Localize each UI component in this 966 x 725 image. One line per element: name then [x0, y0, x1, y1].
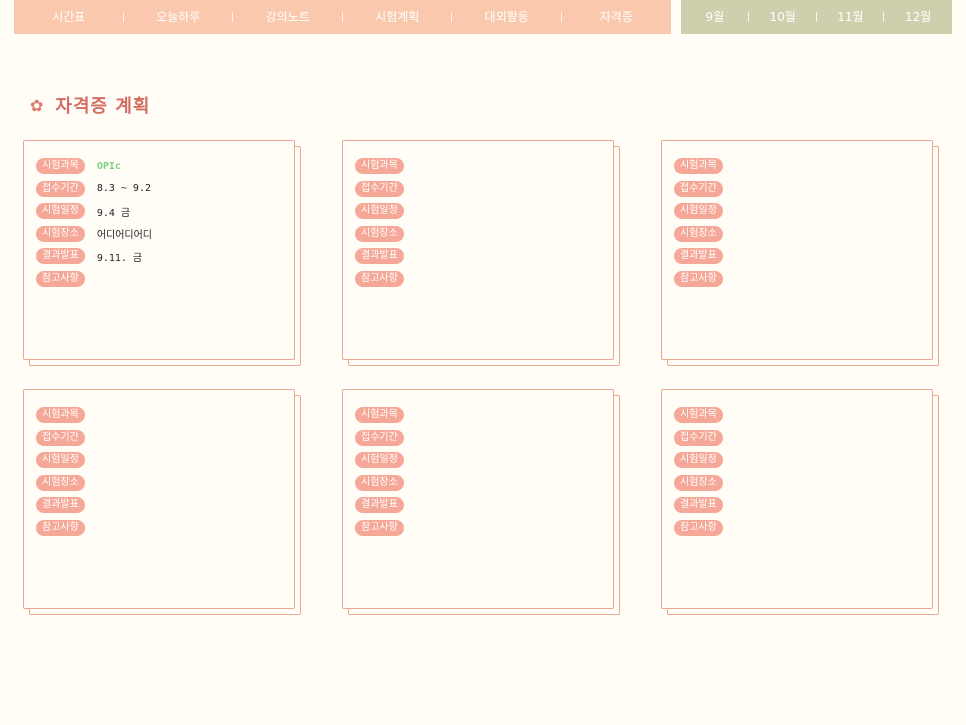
flower-icon: ✿ [30, 95, 44, 115]
label-date: 시험일정 [674, 452, 723, 469]
tab-external-activities[interactable]: 대외활동 [452, 0, 562, 34]
label-note: 참고사항 [36, 519, 85, 536]
page-title-group: ✿ 자격증 계획 [30, 92, 150, 118]
label-date: 시험일정 [355, 452, 404, 469]
label-date: 시험일정 [36, 452, 85, 469]
certificate-card: 시험과목 접수기간 시험일정 시험장소 결과발표 참고사항 [661, 389, 939, 615]
label-note: 참고사항 [36, 270, 85, 287]
label-place: 시험장소 [674, 474, 723, 491]
label-note: 참고사항 [674, 519, 723, 536]
label-period: 접수기간 [355, 180, 404, 197]
certificate-card: 시험과목 접수기간 시험일정 시험장소 결과발표 참고사항 [342, 389, 620, 615]
value-place[interactable]: 어디어디어디 [97, 226, 152, 241]
label-result: 결과발표 [355, 248, 404, 265]
certificate-card: 시험과목 접수기간 시험일정 시험장소 결과발표 참고사항 [661, 140, 939, 366]
label-date: 시험일정 [355, 203, 404, 220]
label-period: 접수기간 [36, 180, 85, 197]
label-subject: 시험과목 [36, 407, 85, 424]
tab-lecture-notes[interactable]: 강의노트 [233, 0, 343, 34]
label-result: 결과발표 [355, 497, 404, 514]
tab-exam-plan[interactable]: 시험계획 [343, 0, 453, 34]
label-subject: 시험과목 [355, 158, 404, 175]
label-period: 접수기간 [674, 429, 723, 446]
value-subject[interactable]: OPIc [97, 161, 121, 172]
label-place: 시험장소 [355, 474, 404, 491]
card-sheet: 시험과목 접수기간 시험일정 시험장소 결과발표 참고사항 [342, 389, 614, 609]
card-sheet: 시험과목 접수기간 시험일정 시험장소 결과발표 참고사항 [661, 389, 933, 609]
label-subject: 시험과목 [355, 407, 404, 424]
label-period: 접수기간 [36, 429, 85, 446]
value-period[interactable]: 8.3 ~ 9.2 [97, 183, 151, 194]
label-result: 결과발표 [36, 248, 85, 265]
tab-certificate[interactable]: 자격증 [562, 0, 672, 34]
label-place: 시험장소 [355, 225, 404, 242]
certificate-card: 시험과목 접수기간 시험일정 시험장소 결과발표 참고사항 [23, 389, 301, 615]
label-period: 접수기간 [674, 180, 723, 197]
card-sheet: 시험과목 OPIc 접수기간 8.3 ~ 9.2 시험일정 9.4 금 시험장소 어디어… [23, 140, 295, 360]
card-sheet: 시험과목 접수기간 시험일정 시험장소 결과발표 참고사항 [23, 389, 295, 609]
month-tab-sep[interactable]: 9월 [681, 0, 749, 34]
certificate-card: 시험과목 접수기간 시험일정 시험장소 결과발표 참고사항 [342, 140, 620, 366]
month-nav: 9월 10월 11월 12월 [681, 0, 952, 34]
label-place: 시험장소 [36, 225, 85, 242]
card-sheet: 시험과목 접수기간 시험일정 시험장소 결과발표 참고사항 [342, 140, 614, 360]
label-note: 참고사항 [674, 270, 723, 287]
label-subject: 시험과목 [674, 407, 723, 424]
label-period: 접수기간 [355, 429, 404, 446]
value-date[interactable]: 9.4 금 [97, 204, 130, 219]
label-subject: 시험과목 [36, 158, 85, 175]
label-place: 시험장소 [674, 225, 723, 242]
card-sheet: 시험과목 접수기간 시험일정 시험장소 결과발표 참고사항 [661, 140, 933, 360]
tab-today[interactable]: 오늘하루 [124, 0, 234, 34]
tab-timetable[interactable]: 시간표 [14, 0, 124, 34]
month-tab-dec[interactable]: 12월 [884, 0, 952, 34]
label-date: 시험일정 [674, 203, 723, 220]
label-result: 결과발표 [674, 248, 723, 265]
certificate-card: 시험과목 OPIc 접수기간 8.3 ~ 9.2 시험일정 9.4 금 시험장소 어디어… [23, 140, 301, 366]
label-place: 시험장소 [36, 474, 85, 491]
label-result: 결과발표 [36, 497, 85, 514]
top-nav: 시간표 오늘하루 강의노트 시험계획 대외활동 자격증 [14, 0, 671, 34]
value-result[interactable]: 9.11. 금 [97, 249, 142, 264]
label-subject: 시험과목 [674, 158, 723, 175]
label-date: 시험일정 [36, 203, 85, 220]
label-result: 결과발표 [674, 497, 723, 514]
page-title: 자격증 계획 [55, 96, 151, 117]
label-note: 참고사항 [355, 519, 404, 536]
month-tab-nov[interactable]: 11월 [817, 0, 885, 34]
label-note: 참고사항 [355, 270, 404, 287]
month-tab-oct[interactable]: 10월 [749, 0, 817, 34]
